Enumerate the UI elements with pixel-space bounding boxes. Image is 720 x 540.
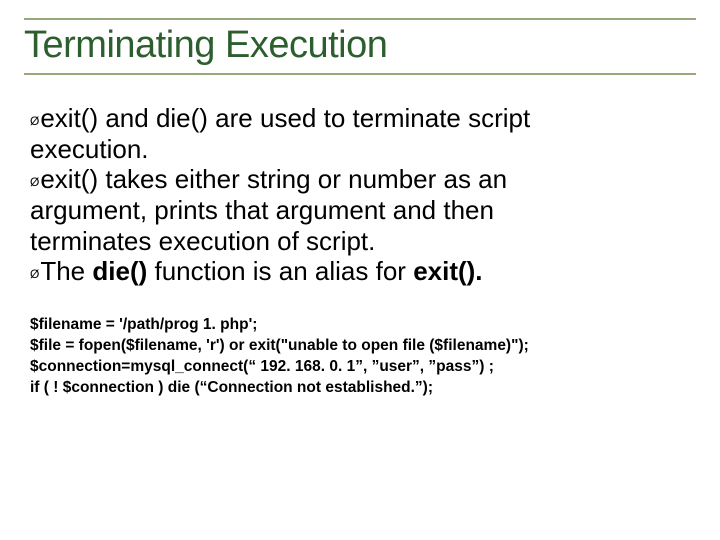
code-line: if ( ! $connection ) die (“Connection no… — [30, 378, 690, 399]
code-example: $filename = '/path/prog 1. php'; $file =… — [30, 315, 690, 399]
bullet-text-bold: exit(). — [413, 256, 482, 286]
bullet-marker-icon: Ø — [30, 267, 39, 281]
code-line: $connection=mysql_connect(“ 192. 168. 0.… — [30, 357, 690, 378]
bullet-text: The — [40, 256, 92, 286]
bullet-text: argument, prints that argument and then — [30, 195, 494, 225]
code-line: $file = fopen($filename, 'r') or exit("u… — [30, 336, 690, 357]
slide-body: Øexit() and die() are used to terminate … — [24, 103, 696, 399]
bullet-2-cont: argument, prints that argument and then — [30, 195, 690, 226]
bullet-text: exit() and die() are used to terminate s… — [40, 103, 530, 133]
bullet-2: Øexit() takes either string or number as… — [30, 164, 690, 195]
bullet-1-cont: execution. — [30, 134, 690, 165]
bullet-text-bold: die() — [92, 256, 147, 286]
code-line: $filename = '/path/prog 1. php'; — [30, 315, 690, 336]
bullet-3: ØThe die() function is an alias for exit… — [30, 256, 690, 287]
bullet-marker-icon: Ø — [30, 114, 39, 128]
bullet-text: function is an alias for — [147, 256, 413, 286]
bullet-text: exit() takes either string or number as … — [40, 164, 507, 194]
title-bar: Terminating Execution — [24, 18, 696, 75]
bullet-marker-icon: Ø — [30, 175, 39, 189]
bullet-2-cont2: terminates execution of script. — [30, 226, 690, 257]
slide-title: Terminating Execution — [24, 24, 696, 67]
bullet-text: execution. — [30, 134, 149, 164]
bullet-text: terminates execution of script. — [30, 226, 375, 256]
bullet-1: Øexit() and die() are used to terminate … — [30, 103, 690, 134]
